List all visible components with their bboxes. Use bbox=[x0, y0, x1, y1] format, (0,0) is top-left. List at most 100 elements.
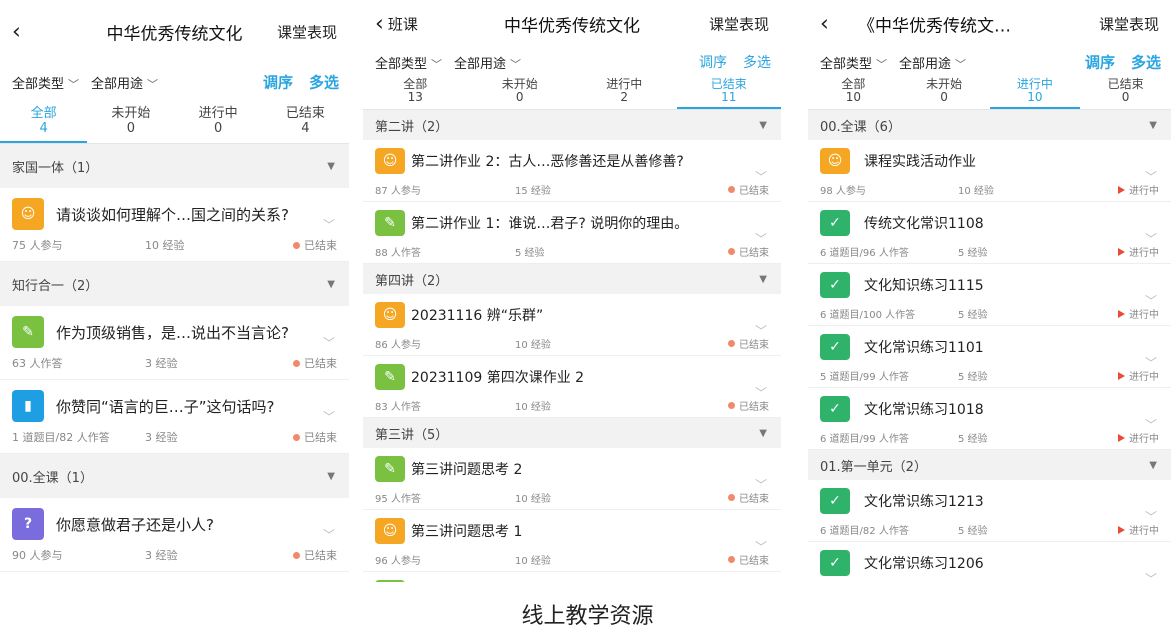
activity-list: 第二讲（2） ▼ ☺ 第二讲作业 2：古人…恶修善还是从善修善? 87 人参与 15 经验… bbox=[363, 110, 781, 582]
caret-down-icon: ▼ bbox=[759, 427, 767, 439]
expand-chevron-icon[interactable]: ﹀ bbox=[323, 334, 335, 351]
status-tabs: 全部 13 未开始 0 进行中 2 已结束 11 bbox=[363, 76, 781, 110]
back-button[interactable]: ‹ bbox=[820, 12, 829, 37]
section-header[interactable]: 00.全课（6） ▼ bbox=[808, 110, 1171, 140]
type-filter[interactable]: 全部类型 ﹀ bbox=[375, 53, 442, 72]
multiselect-button[interactable]: 多选 bbox=[1131, 52, 1161, 73]
section-header[interactable]: 第四讲（2） ▼ bbox=[363, 264, 781, 294]
expand-chevron-icon[interactable]: ﹀ bbox=[323, 526, 335, 543]
tab-0[interactable]: 全部 10 bbox=[808, 76, 899, 109]
list-item[interactable]: ✓ 文化常识练习1213 6 道题目/82 人作答 5 经验 进行中 ﹀ bbox=[808, 480, 1171, 542]
item-participants: 87 人参与 bbox=[375, 186, 421, 197]
tab-0[interactable]: 全部 4 bbox=[0, 100, 88, 143]
section-header[interactable]: 家国一体（1） ▼ bbox=[0, 144, 349, 188]
item-title: 文化知识练习1115 bbox=[864, 278, 984, 294]
type-filter[interactable]: 全部类型 ﹀ bbox=[820, 53, 887, 72]
expand-chevron-icon[interactable]: ﹀ bbox=[1145, 508, 1157, 525]
tab-2[interactable]: 进行中 0 bbox=[175, 100, 262, 143]
expand-chevron-icon[interactable]: ﹀ bbox=[1145, 230, 1157, 247]
status-dot-icon bbox=[728, 186, 735, 193]
tab-1[interactable]: 未开始 0 bbox=[87, 100, 174, 143]
list-item[interactable]: ✓ 文化常识练习1101 5 道题目/99 人作答 5 经验 进行中 ﹀ bbox=[808, 326, 1171, 388]
list-item[interactable]: ☺ 第二讲作业 2：古人…恶修善还是从善修善? 87 人参与 15 经验 已结束 ﹀ bbox=[363, 140, 781, 202]
expand-chevron-icon[interactable]: ﹀ bbox=[1145, 354, 1157, 371]
expand-chevron-icon[interactable]: ﹀ bbox=[323, 408, 335, 425]
use-filter[interactable]: 全部用途 ﹀ bbox=[899, 53, 966, 72]
section-header[interactable]: 第二讲（2） ▼ bbox=[363, 110, 781, 140]
tab-2[interactable]: 进行中 2 bbox=[572, 76, 677, 109]
section-title: 第二讲（2） bbox=[375, 119, 449, 135]
multiselect-button[interactable]: 多选 bbox=[743, 52, 771, 72]
tab-count: 10 bbox=[1027, 90, 1043, 104]
header: ‹ 中华优秀传统文化 课堂表现 bbox=[0, 0, 349, 64]
discussion-icon: ☺ bbox=[375, 302, 405, 328]
chevron-down-icon: ﹀ bbox=[510, 57, 522, 71]
status-dot-icon bbox=[728, 494, 735, 501]
expand-chevron-icon[interactable]: ﹀ bbox=[755, 476, 767, 493]
section-title: 第三讲（5） bbox=[375, 427, 449, 443]
section-title: 家国一体（1） bbox=[12, 160, 99, 176]
use-filter[interactable]: 全部用途 ﹀ bbox=[454, 53, 521, 72]
expand-chevron-icon[interactable]: ﹀ bbox=[755, 538, 767, 555]
section-header[interactable]: 第三讲（5） ▼ bbox=[363, 418, 781, 448]
class-performance-button[interactable]: 课堂表现 bbox=[1099, 14, 1159, 35]
expand-chevron-icon[interactable]: ﹀ bbox=[1145, 168, 1157, 185]
discussion-icon: ☺ bbox=[12, 198, 44, 230]
item-participants: 75 人参与 bbox=[12, 239, 63, 252]
item-title: 文化常识练习1101 bbox=[864, 340, 984, 356]
status-badge: 已结束 bbox=[293, 547, 337, 563]
tab-1[interactable]: 未开始 0 bbox=[468, 76, 573, 109]
tab-count: 0 bbox=[515, 90, 524, 104]
class-performance-button[interactable]: 课堂表现 bbox=[709, 14, 769, 35]
section-header[interactable]: 00.全课（1） ▼ bbox=[0, 454, 349, 498]
section-header[interactable]: 01.第一单元（2） ▼ bbox=[808, 450, 1171, 480]
list-item[interactable]: ✎ 作为顶级销售，是…说出不当言论? 63 人作答 3 经验 已结束 ﹀ bbox=[0, 306, 349, 380]
list-item[interactable]: ☺ 20231116 辨“乐群” 86 人参与 10 经验 已结束 ﹀ bbox=[363, 294, 781, 356]
class-performance-button[interactable]: 课堂表现 bbox=[277, 22, 337, 43]
reorder-button[interactable]: 调序 bbox=[699, 52, 727, 72]
list-item[interactable]: ▮ 你赞同“语言的巨…子”这句话吗? 1 道题目/82 人作答 3 经验 已结束 ﹀ bbox=[0, 380, 349, 454]
expand-chevron-icon[interactable]: ﹀ bbox=[755, 384, 767, 401]
expand-chevron-icon[interactable]: ﹀ bbox=[755, 168, 767, 185]
item-participants: 6 道题目/100 人作答 bbox=[820, 310, 916, 321]
tab-3[interactable]: 已结束 0 bbox=[1080, 76, 1171, 109]
list-item[interactable]: ☺ 请谈谈如何理解个…国之间的关系? 75 人参与 10 经验 已结束 ﹀ bbox=[0, 188, 349, 262]
item-title: 传统文化常识1108 bbox=[864, 216, 984, 232]
status-badge: 已结束 bbox=[293, 429, 337, 445]
list-item[interactable]: ✓ 文化常识练习1018 6 道题目/99 人作答 5 经验 进行中 ﹀ bbox=[808, 388, 1171, 450]
list-item[interactable]: ✎第三讲问题讨论 2﹀ bbox=[363, 572, 781, 582]
list-item[interactable]: ✓ 文化常识练习1206 ﹀ bbox=[808, 542, 1171, 582]
status-tabs: 全部 4 未开始 0 进行中 0 已结束 4 bbox=[0, 100, 349, 144]
list-item[interactable]: ✓ 文化知识练习1115 6 道题目/100 人作答 5 经验 进行中 ﹀ bbox=[808, 264, 1171, 326]
expand-chevron-icon[interactable]: ﹀ bbox=[1145, 292, 1157, 309]
list-item[interactable]: ☺ 课程实践活动作业 98 人参与 10 经验 进行中 ﹀ bbox=[808, 140, 1171, 202]
multiselect-button[interactable]: 多选 bbox=[309, 72, 339, 93]
list-item[interactable]: ✓ 传统文化常识1108 6 道题目/96 人作答 5 经验 进行中 ﹀ bbox=[808, 202, 1171, 264]
list-item[interactable]: ✎ 20231109 第四次课作业 2 83 人作答 10 经验 已结束 ﹀ bbox=[363, 356, 781, 418]
type-filter[interactable]: 全部类型 ﹀ bbox=[12, 73, 79, 92]
status-dot-icon bbox=[293, 359, 300, 367]
list-item[interactable]: ✎ 第三讲问题思考 2 95 人作答 10 经验 已结束 ﹀ bbox=[363, 448, 781, 510]
list-item[interactable]: ✎ 第二讲作业 1：谁说…君子? 说明你的理由。 88 人作答 5 经验 已结束 ﹀ bbox=[363, 202, 781, 264]
list-item[interactable]: ☺ 第三讲问题思考 1 96 人参与 10 经验 已结束 ﹀ bbox=[363, 510, 781, 572]
tab-1[interactable]: 未开始 0 bbox=[899, 76, 990, 109]
reorder-button[interactable]: 调序 bbox=[263, 72, 293, 93]
item-participants: 6 道题目/82 人作答 bbox=[820, 526, 909, 537]
tab-0[interactable]: 全部 13 bbox=[363, 76, 468, 109]
expand-chevron-icon[interactable]: ﹀ bbox=[1145, 570, 1157, 582]
activity-list: 家国一体（1） ▼ ☺ 请谈谈如何理解个…国之间的关系? 75 人参与 10 经验 已结束 ﹀… bbox=[0, 144, 349, 572]
section-header[interactable]: 知行合一（2） ▼ bbox=[0, 262, 349, 306]
use-filter[interactable]: 全部用途 ﹀ bbox=[91, 73, 158, 92]
expand-chevron-icon[interactable]: ﹀ bbox=[755, 230, 767, 247]
activity-list: 00.全课（6） ▼ ☺ 课程实践活动作业 98 人参与 10 经验 进行中 ﹀ ✓ 传统文化常识… bbox=[808, 110, 1171, 582]
expand-chevron-icon[interactable]: ﹀ bbox=[755, 322, 767, 339]
tab-3[interactable]: 已结束 11 bbox=[676, 76, 781, 109]
reorder-button[interactable]: 调序 bbox=[1085, 52, 1115, 73]
tab-count: 0 bbox=[940, 90, 948, 104]
expand-chevron-icon[interactable]: ﹀ bbox=[1145, 416, 1157, 433]
tab-3[interactable]: 已结束 4 bbox=[262, 100, 349, 143]
list-item[interactable]: ? 你愿意做君子还是小人? 90 人参与 3 经验 已结束 ﹀ bbox=[0, 498, 349, 572]
test-icon: ✓ bbox=[820, 488, 850, 514]
expand-chevron-icon[interactable]: ﹀ bbox=[323, 216, 335, 233]
tab-2[interactable]: 进行中 10 bbox=[989, 76, 1081, 109]
